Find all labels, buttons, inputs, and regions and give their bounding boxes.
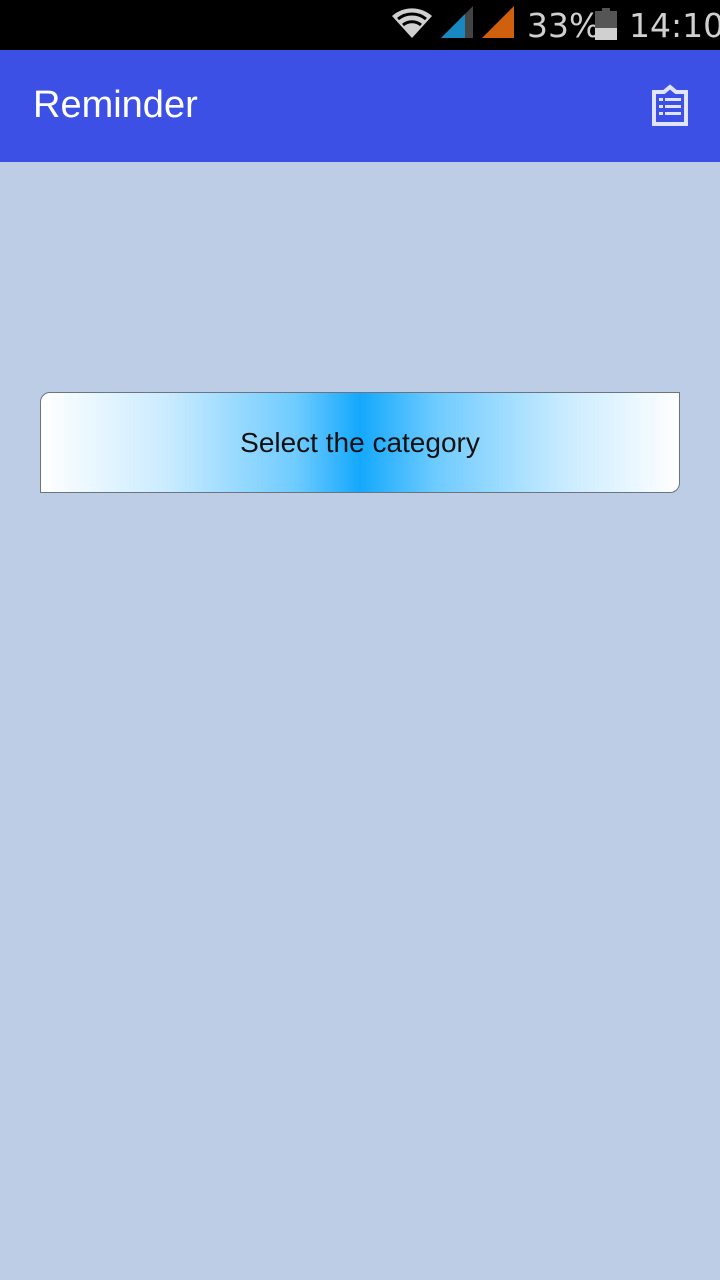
app-bar: Reminder: [0, 50, 720, 162]
select-category-button[interactable]: Select the category: [40, 392, 680, 493]
status-bar: 33% 14:10: [0, 0, 720, 50]
select-category-label: Select the category: [240, 426, 480, 458]
battery-icon: [595, 8, 617, 40]
page-title: Reminder: [33, 84, 198, 126]
clipboard-list-icon[interactable]: [652, 84, 688, 126]
clock: 14:10: [629, 6, 720, 45]
wifi-icon: [392, 8, 432, 38]
battery-percent: 33%: [527, 6, 601, 45]
signal-icon-sim1: [441, 6, 473, 38]
signal-icon-sim2: [482, 6, 514, 38]
